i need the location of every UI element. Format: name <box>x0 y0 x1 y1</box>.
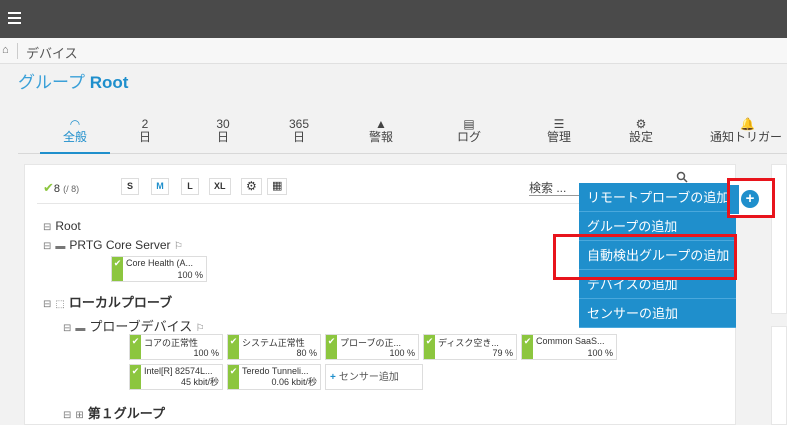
tab-overview[interactable]: ◠ 全般 <box>40 118 110 154</box>
ok-check-icon: ✔ <box>130 335 141 359</box>
collapse-icon: ⊟ <box>43 299 52 310</box>
sensor-tile[interactable]: ✔ Teredo Tunneli... 0.06 kbit/秒 <box>227 364 321 390</box>
flag-icon: ⚐ <box>195 323 205 334</box>
plus-icon: + <box>330 372 336 383</box>
tab-label: ログ <box>456 130 481 144</box>
tab-log[interactable]: ▤ ログ <box>434 118 504 154</box>
plus-circle-icon: + <box>741 190 759 208</box>
ok-check-icon: ✔ <box>326 335 337 359</box>
collapse-icon: ⊟ <box>43 241 52 252</box>
sensor-count-total: (/ 8) <box>63 184 80 194</box>
settings-gear-icon[interactable]: ⚙ <box>241 178 262 195</box>
sensor-count: ✔8 (/ 8) <box>43 180 79 196</box>
tab-settings[interactable]: ⚙ 設定 <box>606 118 676 154</box>
breadcrumb-divider <box>17 43 18 59</box>
tab-30-days[interactable]: 30 日 <box>188 118 258 154</box>
page-title: グループ Root <box>18 68 128 93</box>
tab-label: 日 <box>216 130 229 144</box>
size-l-button[interactable]: L <box>181 178 199 195</box>
ok-check-icon: ✔ <box>228 335 239 359</box>
menu-add-sensor[interactable]: センサーの追加 <box>579 299 736 328</box>
tab-notification-triggers[interactable]: 🔔 通知トリガー <box>710 118 787 154</box>
tab-label: 管理 <box>546 130 571 144</box>
tree-probe-device[interactable]: ⊟ ▬ プローブデバイス ⚐ <box>63 316 209 335</box>
breadcrumb-item-devices[interactable]: デバイス <box>26 43 78 62</box>
tree-local-probe-label: ローカルプローブ <box>68 295 173 310</box>
group-icon: ⊞ <box>75 410 84 421</box>
sensor-tile[interactable]: ✔ システム正常性 80 % <box>227 334 321 360</box>
highlight-annotation <box>553 234 737 280</box>
sensor-value: 0.06 kbit/秒 <box>271 377 317 387</box>
sensor-name: コアの正常性 <box>144 338 199 348</box>
tab-label: 警報 <box>368 130 393 144</box>
tree-local-probe[interactable]: ⊟ ⬚ ローカルプローブ <box>43 292 172 311</box>
menu-connector <box>730 185 739 214</box>
page-title-name: Root <box>89 73 129 92</box>
tree-root[interactable]: ⊟ Root <box>43 219 81 233</box>
flag-icon: ⚐ <box>173 241 183 252</box>
sensor-tile[interactable]: ✔ Core Health (A... 100 % <box>111 256 207 282</box>
sensor-value: 100 % <box>177 270 203 280</box>
ok-check-icon: ✔ <box>522 335 533 359</box>
tab-label: 設定 <box>628 130 653 144</box>
hamburger-menu-icon[interactable] <box>8 12 21 24</box>
sensor-name: ディスク空き... <box>438 338 499 348</box>
root-group-icon: ⊟ <box>43 222 52 233</box>
top-bar <box>0 0 787 38</box>
tab-label: 日 <box>292 130 305 144</box>
sensor-value: 100 % <box>389 348 415 358</box>
add-sensor-label: センサー追加 <box>338 372 399 383</box>
ok-check-icon: ✔ <box>112 257 123 281</box>
size-s-button[interactable]: S <box>121 178 139 195</box>
sensor-value: 100 % <box>587 348 613 358</box>
add-sensor-button[interactable]: + センサー追加 <box>325 364 423 390</box>
tree-group1[interactable]: ⊟ ⊞ 第１グループ <box>63 403 165 422</box>
menu-add-remote-probe[interactable]: リモートプローブの追加 <box>579 183 736 212</box>
sensor-tile[interactable]: ✔ コアの正常性 100 % <box>129 334 223 360</box>
sensor-name: Common SaaS... <box>536 336 605 346</box>
tree-core-server-label: PRTG Core Server <box>69 238 171 252</box>
page-title-prefix: グループ <box>18 73 85 92</box>
ok-check-icon: ✔ <box>228 365 239 389</box>
sensor-value: 80 % <box>296 348 317 358</box>
sensor-name: システム正常性 <box>242 338 305 348</box>
sensor-value: 79 % <box>492 348 513 358</box>
tab-label: 全般 <box>62 130 87 144</box>
tab-2-days[interactable]: 2日 <box>110 118 180 154</box>
ok-check-icon: ✔ <box>424 335 435 359</box>
size-m-button[interactable]: M <box>151 178 169 195</box>
ok-check-icon: ✔ <box>130 365 141 389</box>
probe-icon: ⬚ <box>55 299 65 310</box>
tree-probe-device-label: プローブデバイス <box>89 319 193 334</box>
sensor-tile[interactable]: ✔ Common SaaS... 100 % <box>521 334 617 360</box>
tab-label: 通知トリガー <box>710 130 783 144</box>
collapse-icon: ⊟ <box>63 323 72 334</box>
sensor-value: 45 kbit/秒 <box>180 377 219 387</box>
breadcrumb: ⌂ デバイス <box>0 38 787 64</box>
sensor-value: 100 % <box>193 348 219 358</box>
check-icon: ✔ <box>43 180 54 195</box>
device-icon: ▬ <box>75 323 86 334</box>
tree-core-server[interactable]: ⊟ ▬ PRTG Core Server ⚐ <box>43 238 187 252</box>
server-icon: ▬ <box>55 241 66 252</box>
add-button[interactable]: + <box>727 178 775 218</box>
collapse-icon: ⊟ <box>63 410 72 421</box>
tab-365-days[interactable]: 365 日 <box>264 118 334 154</box>
sensor-count-value: 8 <box>53 183 61 195</box>
tab-label: 日 <box>138 130 151 144</box>
side-panel <box>771 326 787 425</box>
tree-root-label: Root <box>55 219 81 233</box>
search-icon[interactable] <box>676 171 688 183</box>
tree-group1-label: 第１グループ <box>87 406 166 421</box>
tab-bar: ◠ 全般 2日 30 日 365 日 ▲ 警報 ▤ ログ ☰ 管理 ⚙ 設定 🔔 通知トリガー <box>18 118 787 154</box>
sensor-name: Core Health (A... <box>126 258 194 268</box>
sensor-tile[interactable]: ✔ ディスク空き... 79 % <box>423 334 517 360</box>
tab-management[interactable]: ☰ 管理 <box>524 118 594 154</box>
grid-view-icon[interactable]: ▦ <box>267 178 288 195</box>
tab-alarms[interactable]: ▲ 警報 <box>346 118 416 154</box>
size-xl-button[interactable]: XL <box>209 178 231 195</box>
sensor-tile[interactable]: ✔ プローブの正... 100 % <box>325 334 419 360</box>
home-icon[interactable]: ⌂ <box>2 44 9 56</box>
sensor-tile[interactable]: ✔ Intel[R] 82574L... 45 kbit/秒 <box>129 364 223 390</box>
